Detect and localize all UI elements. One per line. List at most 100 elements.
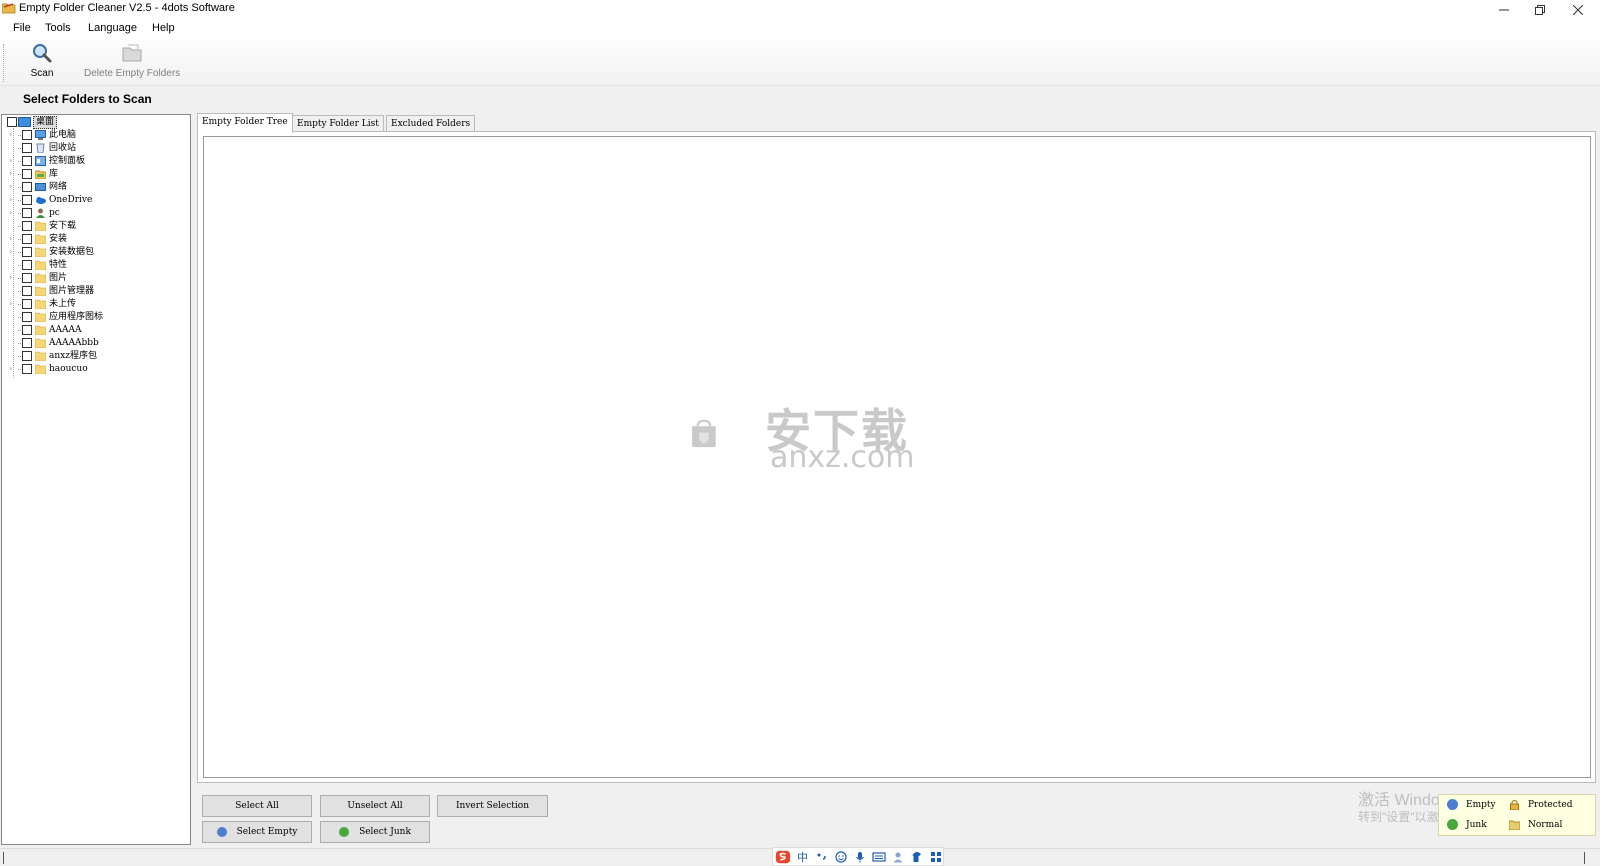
tree-item-this-pc[interactable]: › 此电脑 — [2, 129, 190, 142]
tree-item-folder[interactable]: anxz程序包 — [2, 350, 190, 363]
tree-item-desktop[interactable]: 桌面 — [2, 116, 190, 129]
tree-item-folder[interactable]: › 安装数据包 — [2, 246, 190, 259]
select-all-button[interactable]: Select All — [202, 795, 312, 817]
tree-item-label: 网络 — [49, 182, 68, 192]
emoji-icon[interactable] — [833, 850, 848, 864]
checkbox[interactable] — [22, 260, 32, 270]
tree-item-folder[interactable]: › 未上传 — [2, 298, 190, 311]
tree-item-folder[interactable]: AAAAA — [2, 324, 190, 337]
tree-item-folder[interactable]: › 安装 — [2, 233, 190, 246]
tree-item-control-panel[interactable]: › 控制面板 — [2, 155, 190, 168]
tree-item-folder[interactable]: 应用程序图标 — [2, 311, 190, 324]
microphone-icon[interactable] — [852, 850, 867, 864]
expand-arrow-icon[interactable]: › — [9, 234, 17, 244]
checkbox[interactable] — [22, 247, 32, 257]
menu-tools[interactable]: Tools — [45, 22, 71, 34]
folder-icon — [35, 273, 46, 283]
checkbox[interactable] — [22, 364, 32, 374]
tree-item-label: haoucuo — [49, 364, 88, 374]
menu-language[interactable]: Language — [88, 22, 137, 34]
expand-arrow-icon[interactable]: › — [9, 299, 17, 309]
tree-item-library[interactable]: › 库 — [2, 168, 190, 181]
tree-item-folder[interactable]: AAAAAbbb — [2, 337, 190, 350]
checkbox[interactable] — [22, 299, 32, 309]
tree-item-label: 桌面 — [33, 116, 58, 129]
expand-arrow-icon[interactable]: › — [9, 247, 17, 257]
delete-empty-folders-button[interactable]: Delete Empty Folders — [84, 42, 180, 79]
tree-item-network[interactable]: › 网络 — [2, 181, 190, 194]
junk-status-icon — [339, 827, 350, 837]
expand-arrow-icon[interactable]: › — [9, 208, 17, 218]
sogou-logo-icon[interactable] — [775, 850, 791, 864]
folder-icon — [35, 221, 46, 231]
tree-item-folder[interactable]: 安下载 — [2, 220, 190, 233]
restore-button[interactable] — [1522, 0, 1558, 19]
tree-item-label: 图片 — [49, 273, 68, 283]
user-account-icon[interactable] — [890, 850, 905, 864]
library-icon — [35, 170, 46, 179]
tab-excluded-folders[interactable]: Excluded Folders — [386, 115, 476, 132]
watermark-subtext: anxz.com — [770, 440, 915, 475]
checkbox[interactable] — [22, 130, 32, 140]
expand-arrow-icon[interactable]: › — [9, 130, 17, 140]
checkbox[interactable] — [22, 195, 32, 205]
magnifier-icon — [33, 44, 52, 63]
checkbox[interactable] — [22, 208, 32, 218]
expand-arrow-icon[interactable]: › — [9, 182, 17, 192]
menu-file[interactable]: File — [13, 22, 31, 34]
tree-item-folder[interactable]: 图片管理器 — [2, 285, 190, 298]
checkbox[interactable] — [22, 156, 32, 166]
select-empty-label: Select Empty — [236, 827, 298, 837]
checkbox[interactable] — [22, 234, 32, 244]
checkbox[interactable] — [22, 286, 32, 296]
skin-icon[interactable] — [909, 850, 924, 864]
tree-item-label: pc — [49, 208, 60, 218]
checkbox[interactable] — [22, 182, 32, 192]
scan-button[interactable]: Scan — [30, 42, 54, 79]
checkbox[interactable] — [7, 117, 17, 127]
checkbox[interactable] — [22, 273, 32, 283]
checkbox[interactable] — [22, 169, 32, 179]
ime-language-indicator[interactable]: 中 — [795, 850, 810, 864]
expand-arrow-icon[interactable]: › — [9, 273, 17, 283]
expand-arrow-icon[interactable]: › — [9, 169, 17, 179]
legend-normal-label: Normal — [1528, 819, 1563, 830]
expand-arrow-icon[interactable]: › — [9, 156, 17, 166]
checkbox[interactable] — [22, 143, 32, 153]
invert-selection-button[interactable]: Invert Selection — [437, 795, 548, 817]
control-panel-icon — [35, 156, 46, 166]
keyboard-icon[interactable] — [871, 850, 886, 864]
punctuation-icon[interactable] — [814, 850, 829, 864]
tab-empty-folder-tree[interactable]: Empty Folder Tree — [197, 113, 293, 133]
checkbox[interactable] — [22, 325, 32, 335]
scan-label: Scan — [30, 68, 54, 79]
tree-item-folder[interactable]: 特性 — [2, 259, 190, 272]
status-divider — [1584, 852, 1585, 864]
junk-icon — [1447, 819, 1458, 830]
unselect-all-button[interactable]: Unselect All — [320, 795, 430, 817]
tree-item-onedrive[interactable]: › OneDrive — [2, 194, 190, 207]
tree-item-label: 安装 — [49, 234, 68, 244]
checkbox[interactable] — [22, 351, 32, 361]
checkbox[interactable] — [22, 312, 32, 322]
tree-item-pc-user[interactable]: › pc — [2, 207, 190, 220]
legend-junk: Junk — [1447, 819, 1487, 830]
tree-item-label: 回收站 — [49, 143, 77, 153]
select-empty-button[interactable]: Select Empty — [202, 821, 312, 843]
expand-arrow-icon[interactable]: › — [9, 364, 17, 374]
tab-empty-folder-list[interactable]: Empty Folder List — [292, 115, 384, 132]
folder-icon — [1509, 820, 1520, 830]
menu-help[interactable]: Help — [152, 22, 175, 34]
checkbox[interactable] — [22, 221, 32, 231]
tree-item-folder[interactable]: › haoucuo — [2, 363, 190, 376]
tree-item-folder[interactable]: › 图片 — [2, 272, 190, 285]
select-junk-button[interactable]: Select Junk — [320, 821, 430, 843]
folder-tree[interactable]: 桌面 › 此电脑 回收站 › 控制面板 › 库 › 网络 › OneDrive — [1, 114, 191, 845]
toolbox-grid-icon[interactable] — [928, 850, 943, 864]
minimize-button[interactable] — [1486, 0, 1522, 19]
tree-item-recycle-bin[interactable]: 回收站 — [2, 142, 190, 155]
status-legend: Empty Protected Junk Normal — [1438, 794, 1596, 836]
close-button[interactable] — [1560, 0, 1596, 19]
expand-arrow-icon[interactable]: › — [9, 195, 17, 205]
checkbox[interactable] — [22, 338, 32, 348]
